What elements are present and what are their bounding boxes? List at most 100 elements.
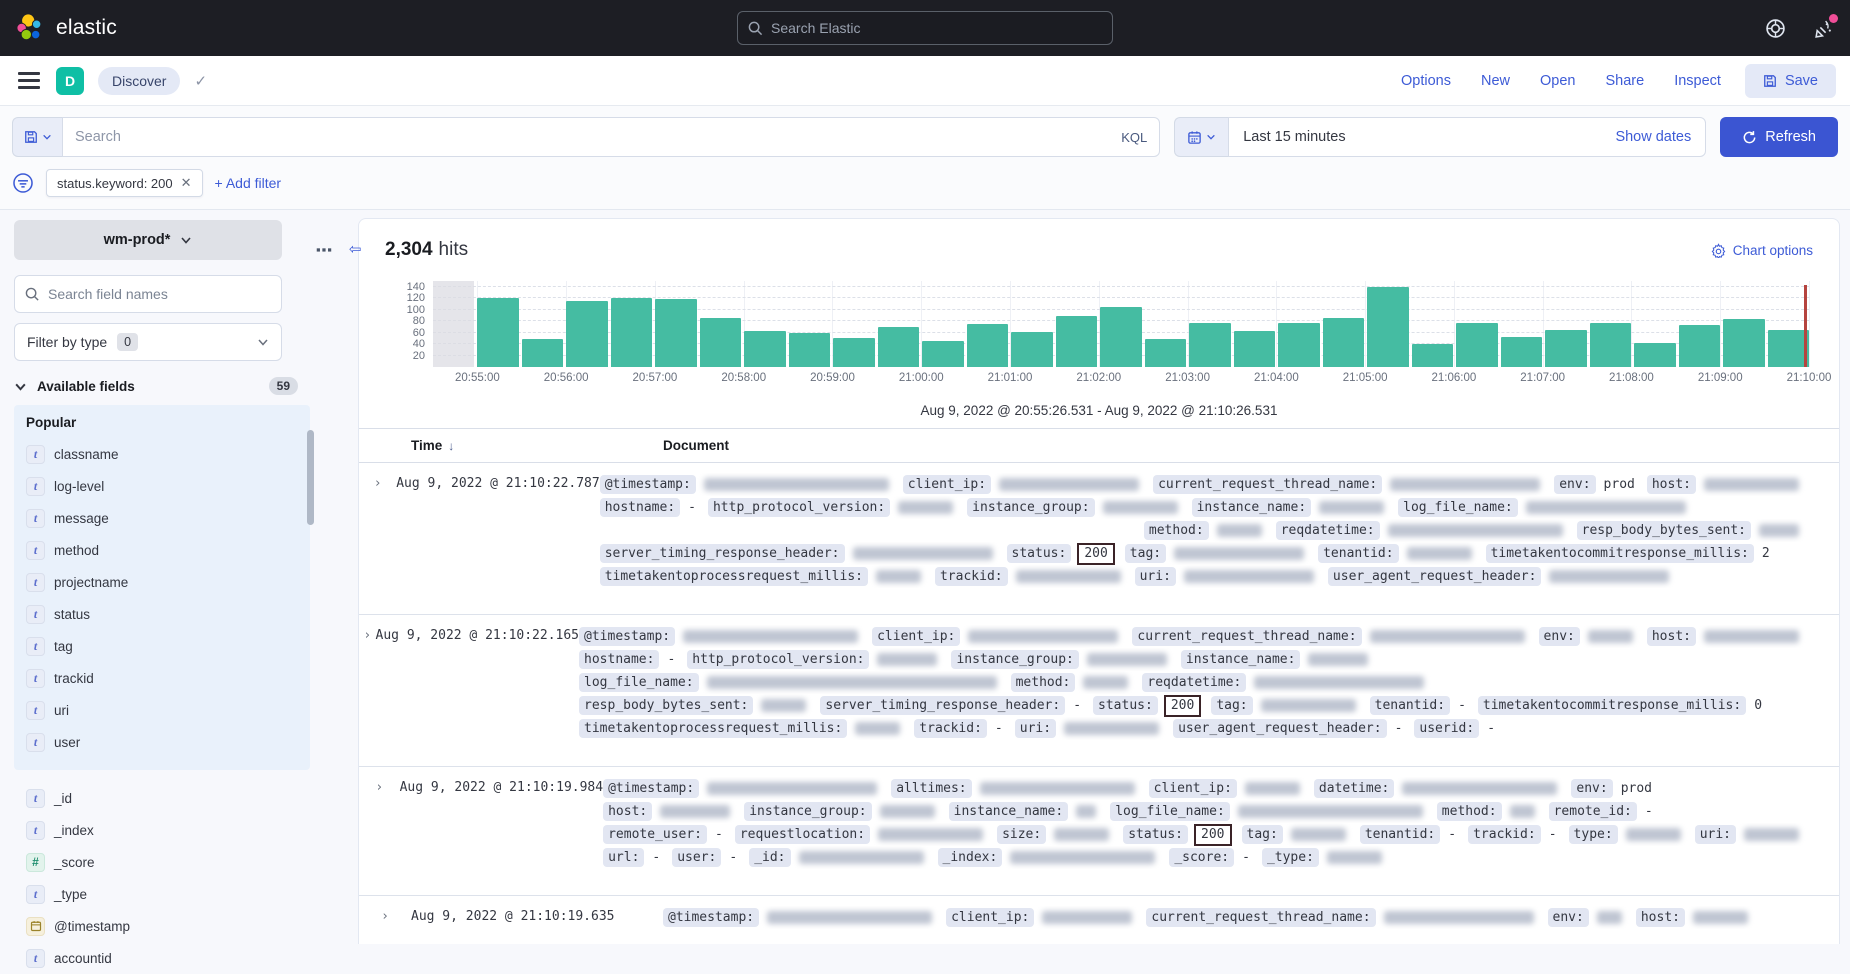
histogram-bar[interactable]: [1234, 331, 1275, 367]
field-item-tag[interactable]: ttag: [24, 630, 310, 662]
histogram-bar[interactable]: [878, 327, 919, 367]
expand-row-button[interactable]: ›: [359, 625, 376, 740]
inspect-button[interactable]: Inspect: [1674, 73, 1721, 89]
histogram-bar[interactable]: [1189, 323, 1230, 367]
histogram-bar[interactable]: [1145, 339, 1186, 367]
field-item-method[interactable]: tmethod: [24, 534, 310, 566]
histogram-bar[interactable]: [1679, 325, 1720, 367]
field-item-accountid[interactable]: taccountid: [24, 942, 322, 974]
redacted-value: [1217, 524, 1262, 537]
share-button[interactable]: Share: [1605, 73, 1644, 89]
histogram-bar[interactable]: [522, 339, 563, 367]
new-button[interactable]: New: [1481, 73, 1510, 89]
field-value: -: [1458, 698, 1466, 713]
breadcrumb[interactable]: Discover: [98, 67, 180, 95]
histogram-bar[interactable]: [1323, 318, 1364, 367]
sidebar-scrollbar[interactable]: [307, 430, 314, 525]
histogram-bar[interactable]: [477, 298, 518, 367]
date-picker-menu-button[interactable]: [1174, 117, 1228, 157]
available-fields-header[interactable]: Available fields 59: [14, 377, 298, 395]
expand-row-button[interactable]: ›: [359, 473, 396, 588]
remove-filter-icon[interactable]: ✕: [181, 175, 192, 191]
histogram-bar[interactable]: [967, 324, 1008, 367]
time-range-input[interactable]: Last 15 minutes Show dates: [1228, 117, 1706, 157]
kql-language-button[interactable]: KQL: [1121, 130, 1147, 145]
histogram-bar[interactable]: [1723, 319, 1764, 367]
expand-row-button[interactable]: ›: [359, 777, 400, 869]
histogram-bar[interactable]: [655, 299, 696, 367]
histogram-bar[interactable]: [1590, 323, 1631, 367]
sort-descending-icon[interactable]: ↓: [448, 439, 454, 453]
space-avatar[interactable]: D: [56, 67, 84, 95]
open-button[interactable]: Open: [1540, 73, 1575, 89]
histogram-bar[interactable]: [1011, 332, 1052, 367]
saved-query-menu-button[interactable]: [12, 117, 62, 157]
histogram-bar[interactable]: [611, 298, 652, 367]
expand-row-button[interactable]: ›: [359, 906, 411, 929]
histogram-bar[interactable]: [1412, 344, 1453, 368]
add-filter-button[interactable]: + Add filter: [215, 175, 282, 191]
field-item-_type[interactable]: t_type: [24, 878, 322, 910]
menu-hamburger-icon[interactable]: [18, 72, 40, 89]
options-button[interactable]: Options: [1401, 73, 1451, 89]
time-column-header[interactable]: Time: [411, 438, 442, 453]
field-item-log-level[interactable]: tlog-level: [24, 470, 310, 502]
field-search-input[interactable]: Search field names: [14, 275, 282, 313]
histogram-bar[interactable]: [922, 341, 963, 367]
histogram-bar[interactable]: [1456, 323, 1497, 367]
calendar-icon: [1187, 130, 1202, 145]
show-dates-button[interactable]: Show dates: [1615, 129, 1691, 145]
histogram-bar[interactable]: [1367, 287, 1408, 367]
row-document-summary[interactable]: @timestamp:client_ip:current_request_thr…: [579, 625, 1839, 740]
collapse-sidebar-icon[interactable]: ⇦: [349, 240, 362, 258]
filter-menu-icon[interactable]: [12, 172, 34, 194]
global-search-input[interactable]: Search Elastic: [737, 11, 1113, 45]
field-value: -: [688, 500, 696, 515]
field-item-trackid[interactable]: ttrackid: [24, 662, 310, 694]
refresh-button[interactable]: Refresh: [1720, 117, 1838, 157]
field-item-uri[interactable]: turi: [24, 694, 310, 726]
string-field-icon: t: [26, 605, 45, 624]
histogram-bar[interactable]: [1501, 337, 1542, 367]
field-pill: current_request_thread_name:: [1132, 627, 1361, 646]
histogram-bar[interactable]: [1278, 323, 1319, 367]
filter-pill-status-keyword-200[interactable]: status.keyword: 200 ✕: [46, 169, 203, 197]
field-item-_index[interactable]: t_index: [24, 814, 322, 846]
field-item-user[interactable]: tuser: [24, 726, 310, 758]
field-item-projectname[interactable]: tprojectname: [24, 566, 310, 598]
histogram-bars[interactable]: [433, 281, 1809, 367]
elastic-brand[interactable]: elastic: [16, 13, 117, 43]
time-range-value[interactable]: Last 15 minutes: [1243, 129, 1345, 145]
row-document-summary[interactable]: @timestamp:alltimes:client_ip:datetime:e…: [603, 777, 1839, 869]
histogram-bar[interactable]: [1768, 330, 1809, 367]
histogram-bar[interactable]: [1634, 343, 1675, 367]
field-item-_id[interactable]: t_id: [24, 782, 322, 814]
search-icon: [25, 287, 40, 302]
histogram-bar[interactable]: [744, 331, 785, 367]
histogram-bar[interactable]: [1056, 316, 1097, 367]
save-button-label: Save: [1785, 73, 1818, 89]
redacted-value: [1103, 501, 1178, 514]
help-icon[interactable]: [1764, 17, 1786, 39]
query-search-input[interactable]: Search KQL: [62, 117, 1160, 157]
histogram-bar[interactable]: [789, 333, 830, 367]
redacted-value: [876, 570, 921, 583]
chart-options-button[interactable]: Chart options: [1711, 243, 1813, 258]
index-pattern-switcher[interactable]: wm-prod*: [14, 220, 282, 260]
histogram-bar[interactable]: [1100, 307, 1141, 367]
field-item-message[interactable]: tmessage: [24, 502, 310, 534]
row-document-summary[interactable]: @timestamp:client_ip:current_request_thr…: [663, 906, 1839, 929]
histogram-bar[interactable]: [833, 338, 874, 367]
histogram-bar[interactable]: [566, 301, 607, 367]
field-item-status[interactable]: tstatus: [24, 598, 310, 630]
news-feed-icon[interactable]: [1812, 17, 1834, 39]
save-button[interactable]: Save: [1745, 64, 1836, 98]
histogram-bar[interactable]: [1545, 330, 1586, 367]
document-row: ›Aug 9, 2022 @ 21:10:22.165@timestamp:cl…: [359, 615, 1839, 767]
histogram-bar[interactable]: [700, 318, 741, 367]
filter-by-type-dropdown[interactable]: Filter by type 0: [14, 323, 282, 361]
row-document-summary[interactable]: @timestamp:client_ip:current_request_thr…: [600, 473, 1839, 588]
field-item-@timestamp[interactable]: @timestamp: [24, 910, 322, 942]
field-item-_score[interactable]: #_score: [24, 846, 322, 878]
field-item-classname[interactable]: tclassname: [24, 438, 310, 470]
